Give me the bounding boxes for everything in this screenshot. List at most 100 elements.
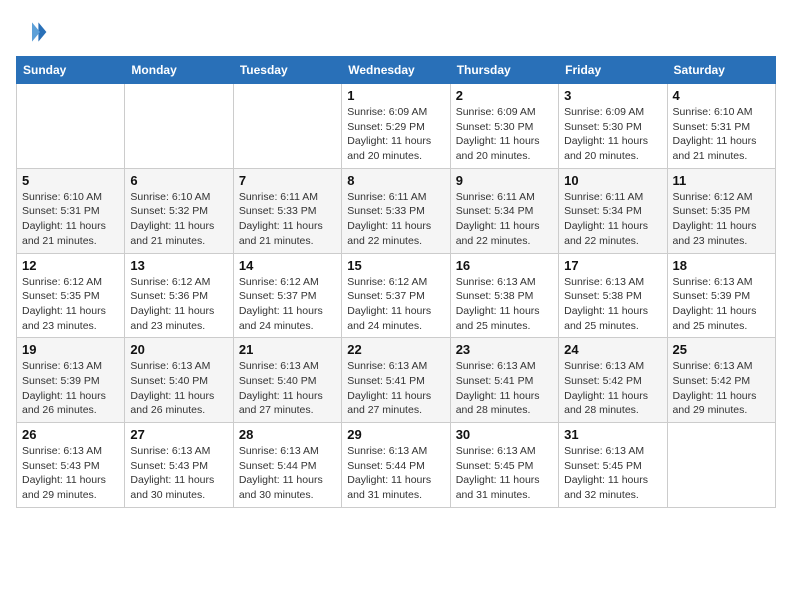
day-number: 6	[130, 173, 227, 188]
day-of-week-header: Sunday	[17, 57, 125, 84]
calendar-day-cell	[125, 84, 233, 169]
day-info: Sunrise: 6:13 AMSunset: 5:41 PMDaylight:…	[456, 359, 553, 418]
day-info: Sunrise: 6:10 AMSunset: 5:31 PMDaylight:…	[673, 105, 770, 164]
day-number: 7	[239, 173, 336, 188]
calendar-table: SundayMondayTuesdayWednesdayThursdayFrid…	[16, 56, 776, 508]
day-info: Sunrise: 6:10 AMSunset: 5:32 PMDaylight:…	[130, 190, 227, 249]
day-info: Sunrise: 6:09 AMSunset: 5:29 PMDaylight:…	[347, 105, 444, 164]
page-header	[16, 16, 776, 48]
calendar-day-cell: 18 Sunrise: 6:13 AMSunset: 5:39 PMDayligh…	[667, 253, 775, 338]
day-number: 10	[564, 173, 661, 188]
day-number: 23	[456, 342, 553, 357]
calendar-day-cell: 13 Sunrise: 6:12 AMSunset: 5:36 PMDayligh…	[125, 253, 233, 338]
calendar-day-cell: 25Sunrise: 6:13 AMSunset: 5:42 PMDayligh…	[667, 338, 775, 423]
day-number: 8	[347, 173, 444, 188]
calendar-day-cell: 20Sunrise: 6:13 AMSunset: 5:40 PMDayligh…	[125, 338, 233, 423]
day-info: Sunrise: 6:13 AMSunset: 5:39 PMDaylight:…	[22, 359, 119, 418]
day-info: Sunrise: 6:13 AMSunset: 5:44 PMDaylight:…	[239, 444, 336, 503]
calendar-day-cell: 24 Sunrise: 6:13 AMSunset: 5:42 PMDayligh…	[559, 338, 667, 423]
calendar-day-cell: 8 Sunrise: 6:11 AMSunset: 5:33 PMDaylight…	[342, 168, 450, 253]
day-number: 30	[456, 427, 553, 442]
calendar-day-cell: 12 Sunrise: 6:12 AMSunset: 5:35 PMDayligh…	[17, 253, 125, 338]
calendar-day-cell: 3Sunrise: 6:09 AMSunset: 5:30 PMDaylight…	[559, 84, 667, 169]
day-info: Sunrise: 6:13 AMSunset: 5:44 PMDaylight:…	[347, 444, 444, 503]
day-number: 14	[239, 258, 336, 273]
calendar-week-row: 1 Sunrise: 6:09 AMSunset: 5:29 PMDaylight…	[17, 84, 776, 169]
day-info: Sunrise: 6:12 AMSunset: 5:35 PMDaylight:…	[673, 190, 770, 249]
day-of-week-header: Friday	[559, 57, 667, 84]
day-info: Sunrise: 6:09 AMSunset: 5:30 PMDaylight:…	[564, 105, 661, 164]
calendar-week-row: 19 Sunrise: 6:13 AMSunset: 5:39 PMDayligh…	[17, 338, 776, 423]
day-number: 11	[673, 173, 770, 188]
calendar-day-cell: 5Sunrise: 6:10 AMSunset: 5:31 PMDaylight…	[17, 168, 125, 253]
day-number: 27	[130, 427, 227, 442]
day-of-week-header: Saturday	[667, 57, 775, 84]
day-number: 29	[347, 427, 444, 442]
day-of-week-header: Tuesday	[233, 57, 341, 84]
calendar-day-cell: 21Sunrise: 6:13 AMSunset: 5:40 PMDayligh…	[233, 338, 341, 423]
logo-icon	[16, 16, 48, 48]
day-info: Sunrise: 6:11 AMSunset: 5:34 PMDaylight:…	[564, 190, 661, 249]
calendar-day-cell: 9Sunrise: 6:11 AMSunset: 5:34 PMDaylight…	[450, 168, 558, 253]
day-info: Sunrise: 6:12 AMSunset: 5:37 PMDaylight:…	[239, 275, 336, 334]
calendar-day-cell: 22Sunrise: 6:13 AMSunset: 5:41 PMDayligh…	[342, 338, 450, 423]
day-info: Sunrise: 6:12 AMSunset: 5:35 PMDaylight:…	[22, 275, 119, 334]
calendar-day-cell: 28 Sunrise: 6:13 AMSunset: 5:44 PMDayligh…	[233, 423, 341, 508]
day-number: 19	[22, 342, 119, 357]
day-info: Sunrise: 6:09 AMSunset: 5:30 PMDaylight:…	[456, 105, 553, 164]
day-info: Sunrise: 6:11 AMSunset: 5:33 PMDaylight:…	[347, 190, 444, 249]
day-of-week-header: Monday	[125, 57, 233, 84]
calendar-day-cell: 1 Sunrise: 6:09 AMSunset: 5:29 PMDaylight…	[342, 84, 450, 169]
day-info: Sunrise: 6:13 AMSunset: 5:45 PMDaylight:…	[456, 444, 553, 503]
day-of-week-header: Wednesday	[342, 57, 450, 84]
calendar-day-cell: 4 Sunrise: 6:10 AMSunset: 5:31 PMDaylight…	[667, 84, 775, 169]
day-number: 24	[564, 342, 661, 357]
day-info: Sunrise: 6:12 AMSunset: 5:36 PMDaylight:…	[130, 275, 227, 334]
calendar-day-cell: 29 Sunrise: 6:13 AMSunset: 5:44 PMDayligh…	[342, 423, 450, 508]
calendar-day-cell: 6 Sunrise: 6:10 AMSunset: 5:32 PMDaylight…	[125, 168, 233, 253]
day-info: Sunrise: 6:13 AMSunset: 5:42 PMDaylight:…	[564, 359, 661, 418]
day-number: 26	[22, 427, 119, 442]
calendar-day-cell: 16 Sunrise: 6:13 AMSunset: 5:38 PMDayligh…	[450, 253, 558, 338]
calendar-week-row: 5Sunrise: 6:10 AMSunset: 5:31 PMDaylight…	[17, 168, 776, 253]
day-number: 13	[130, 258, 227, 273]
calendar-day-cell	[233, 84, 341, 169]
calendar-day-cell: 19 Sunrise: 6:13 AMSunset: 5:39 PMDayligh…	[17, 338, 125, 423]
day-info: Sunrise: 6:13 AMSunset: 5:39 PMDaylight:…	[673, 275, 770, 334]
calendar-day-cell: 26Sunrise: 6:13 AMSunset: 5:43 PMDayligh…	[17, 423, 125, 508]
day-of-week-header: Thursday	[450, 57, 558, 84]
calendar-day-cell	[667, 423, 775, 508]
day-info: Sunrise: 6:13 AMSunset: 5:43 PMDaylight:…	[130, 444, 227, 503]
day-number: 12	[22, 258, 119, 273]
day-number: 20	[130, 342, 227, 357]
calendar-day-cell: 17 Sunrise: 6:13 AMSunset: 5:38 PMDayligh…	[559, 253, 667, 338]
calendar-day-cell: 2 Sunrise: 6:09 AMSunset: 5:30 PMDaylight…	[450, 84, 558, 169]
calendar-week-row: 26 Sunrise: 6:13 AMSunset: 5:43 PMDayligh…	[17, 423, 776, 508]
calendar-day-cell: 15 Sunrise: 6:12 AMSunset: 5:37 PMDayligh…	[342, 253, 450, 338]
logo	[16, 16, 52, 48]
day-number: 22	[347, 342, 444, 357]
day-number: 31	[564, 427, 661, 442]
day-number: 16	[456, 258, 553, 273]
day-info: Sunrise: 6:13 AMSunset: 5:45 PMDaylight:…	[564, 444, 661, 503]
day-info: Sunrise: 6:12 AMSunset: 5:37 PMDaylight:…	[347, 275, 444, 334]
day-info: Sunrise: 6:13 AMSunset: 5:40 PMDaylight:…	[239, 359, 336, 418]
day-info: Sunrise: 6:10 AMSunset: 5:31 PMDaylight:…	[22, 190, 119, 249]
calendar-day-cell	[17, 84, 125, 169]
day-info: Sunrise: 6:13 AMSunset: 5:42 PMDaylight:…	[673, 359, 770, 418]
calendar-day-cell: 30 Sunrise: 6:13 AMSunset: 5:45 PMDayligh…	[450, 423, 558, 508]
day-number: 1	[347, 88, 444, 103]
calendar-day-cell: 27 Sunrise: 6:13 AMSunset: 5:43 PMDayligh…	[125, 423, 233, 508]
day-number: 18	[673, 258, 770, 273]
day-number: 9	[456, 173, 553, 188]
calendar-week-row: 12 Sunrise: 6:12 AMSunset: 5:35 PMDayligh…	[17, 253, 776, 338]
day-info: Sunrise: 6:13 AMSunset: 5:38 PMDaylight:…	[456, 275, 553, 334]
day-number: 2	[456, 88, 553, 103]
calendar-day-cell: 7Sunrise: 6:11 AMSunset: 5:33 PMDaylight…	[233, 168, 341, 253]
day-number: 4	[673, 88, 770, 103]
day-number: 28	[239, 427, 336, 442]
day-info: Sunrise: 6:13 AMSunset: 5:38 PMDaylight:…	[564, 275, 661, 334]
day-number: 15	[347, 258, 444, 273]
day-number: 17	[564, 258, 661, 273]
calendar-day-cell: 14 Sunrise: 6:12 AMSunset: 5:37 PMDayligh…	[233, 253, 341, 338]
